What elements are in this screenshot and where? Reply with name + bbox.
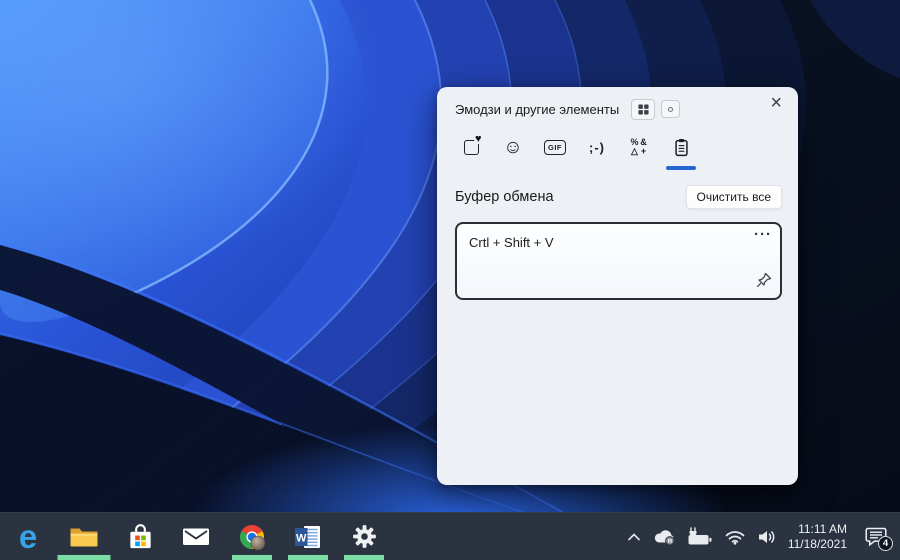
- kaomoji-icon: ;-): [589, 139, 605, 155]
- clipboard-icon: [674, 138, 688, 156]
- grid-icon: [638, 103, 649, 115]
- svg-text:W: W: [296, 532, 307, 544]
- mail-icon: [183, 528, 209, 545]
- smiley-icon: ☺: [503, 136, 523, 158]
- pin-icon[interactable]: [754, 270, 774, 293]
- selected-tab-underline: [666, 166, 696, 170]
- notification-count-badge: 4: [878, 536, 893, 551]
- tab-kaomoji[interactable]: ;-): [579, 133, 615, 161]
- file-explorer-icon: [70, 528, 98, 546]
- dot-icon: [668, 106, 674, 112]
- chevron-up-icon: [628, 532, 640, 540]
- clock-date: 11/18/2021: [787, 536, 847, 551]
- tab-recent[interactable]: ♥: [453, 133, 489, 161]
- action-center-button[interactable]: 4: [864, 526, 893, 551]
- tab-clipboard[interactable]: [663, 133, 699, 170]
- store-icon: [129, 523, 151, 548]
- taskbar-apps: e W: [0, 513, 392, 560]
- chrome-taskbar-button[interactable]: [224, 513, 280, 560]
- close-icon[interactable]: ×: [766, 91, 786, 115]
- chrome-icon: [240, 524, 266, 550]
- wifi-tray-button[interactable]: [724, 529, 746, 545]
- volume-tray-button[interactable]: [757, 529, 777, 545]
- dock-button[interactable]: [661, 100, 681, 118]
- file-explorer-taskbar-button[interactable]: [56, 513, 112, 560]
- tab-emoji[interactable]: ☺: [495, 133, 531, 161]
- edge-icon: e: [18, 517, 38, 555]
- word-icon: W: [295, 525, 320, 548]
- running-indicator: [344, 555, 384, 560]
- gif-icon: GIF: [544, 139, 566, 155]
- tab-gif[interactable]: GIF: [537, 133, 573, 161]
- recent-heart-icon: ♥: [463, 133, 483, 155]
- clipboard-heading: Буфер обмена: [455, 189, 554, 205]
- panel-title: Эмодзи и другие элементы: [455, 101, 620, 117]
- battery-tray-button[interactable]: [687, 527, 713, 546]
- item-menu-icon[interactable]: ···: [754, 226, 772, 243]
- taskbar: e W 11:11 AM 11/18/2021 4: [0, 512, 900, 560]
- running-indicator: [232, 555, 272, 560]
- store-taskbar-button[interactable]: [112, 513, 168, 560]
- word-taskbar-button[interactable]: W: [280, 513, 336, 560]
- speaker-icon: [758, 530, 775, 543]
- system-tray: 11:11 AM 11/18/2021 4: [627, 513, 900, 560]
- panel-header: Эмодзи и другие элементы ×: [437, 87, 798, 120]
- battery-charging-icon: [688, 527, 712, 545]
- onedrive-tray-button[interactable]: [652, 527, 676, 546]
- tray-overflow-button[interactable]: [627, 532, 641, 542]
- emoji-panel: Эмодзи и другие элементы × ♥ ☺ GIF ;-) %…: [437, 87, 798, 485]
- running-indicator: [57, 555, 111, 560]
- wifi-icon: [725, 530, 745, 545]
- grid-view-button[interactable]: [631, 98, 656, 120]
- settings-taskbar-button[interactable]: [336, 513, 392, 560]
- settings-gear-icon: [352, 525, 376, 548]
- tab-symbols[interactable]: % & △ +: [621, 133, 657, 161]
- desktop: Эмодзи и другие элементы × ♥ ☺ GIF ;-) %…: [0, 0, 900, 560]
- mail-taskbar-button[interactable]: [168, 513, 224, 560]
- clipboard-header: Буфер обмена Очистить все: [437, 185, 798, 209]
- profile-avatar: [250, 535, 266, 550]
- edge-taskbar-button[interactable]: e: [0, 513, 56, 560]
- running-indicator: [288, 555, 328, 560]
- clipboard-item-text: Crtl + Shift + V: [469, 235, 554, 250]
- onedrive-cloud-icon: [654, 530, 675, 546]
- clipboard-item[interactable]: Crtl + Shift + V ···: [455, 222, 782, 300]
- clear-all-button[interactable]: Очистить все: [685, 185, 782, 209]
- symbols-icon: % & △ +: [630, 137, 647, 156]
- taskbar-clock[interactable]: 11:11 AM 11/18/2021: [788, 522, 847, 552]
- category-tabs: ♥ ☺ GIF ;-) % & △ +: [437, 120, 798, 174]
- clock-time: 11:11 AM: [798, 521, 847, 536]
